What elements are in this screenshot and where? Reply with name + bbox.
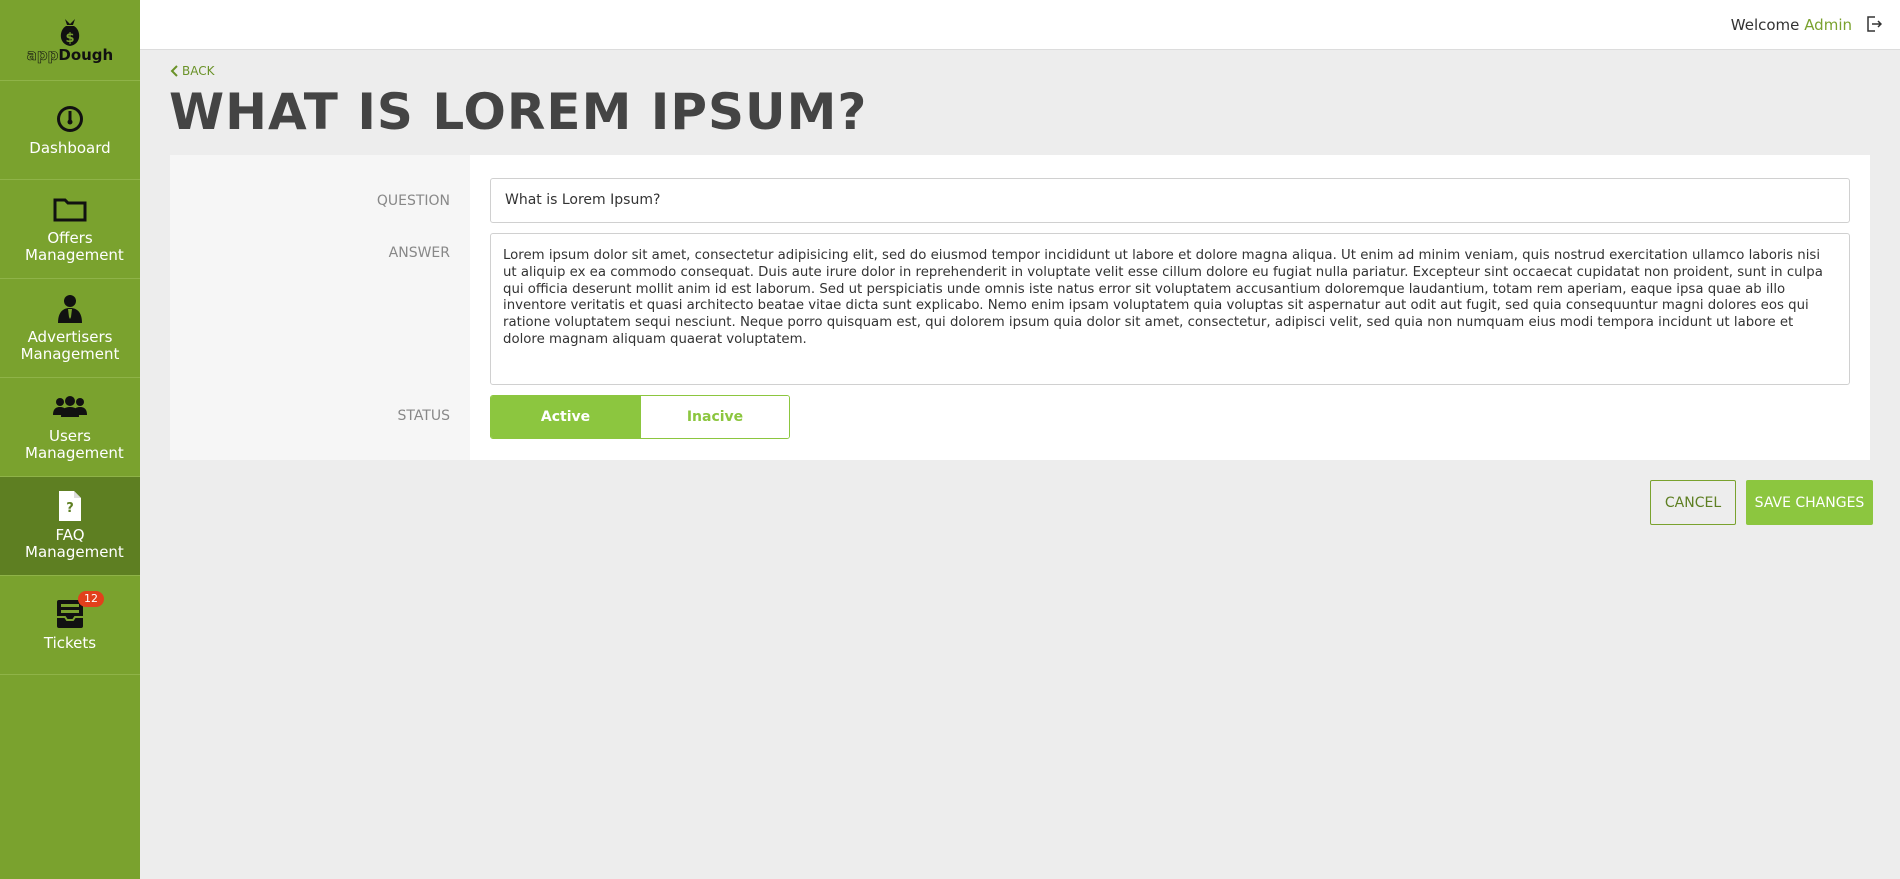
sidebar: $ appDough Dashboard Offers Management A… xyxy=(0,0,140,879)
svg-text:$: $ xyxy=(65,31,74,46)
sidebar-item-dashboard[interactable]: Dashboard xyxy=(0,81,140,180)
welcome-message: Welcome Admin xyxy=(1731,16,1852,34)
back-label: BACK xyxy=(182,64,215,78)
sidebar-item-label: Dashboard xyxy=(29,138,111,157)
sidebar-item-users[interactable]: Users Management xyxy=(0,378,140,477)
status-label: STATUS xyxy=(397,408,450,424)
users-group-icon xyxy=(53,396,87,417)
dashboard-gauge-icon xyxy=(57,105,83,132)
chevron-left-icon xyxy=(170,65,178,77)
money-bag-icon: $ xyxy=(60,19,80,46)
answer-textarea[interactable]: Lorem ipsum dolor sit amet, consectetur … xyxy=(490,233,1850,385)
sidebar-item-tickets[interactable]: 12 Tickets xyxy=(0,576,140,675)
username-link[interactable]: Admin xyxy=(1804,16,1852,34)
status-inactive-option[interactable]: Inacive xyxy=(640,396,789,438)
question-label: QUESTION xyxy=(376,193,450,209)
logout-icon xyxy=(1867,16,1883,32)
question-input[interactable]: What is Lorem Ipsum? xyxy=(490,178,1850,223)
folder-icon xyxy=(53,198,87,222)
sidebar-item-offers[interactable]: Offers Management xyxy=(0,180,140,279)
top-bar: Welcome Admin xyxy=(140,0,1900,50)
faq-form-card: QUESTION What is Lorem Ipsum? ANSWER Lor… xyxy=(170,155,1870,460)
sidebar-item-label: Advertisers Management xyxy=(20,328,120,363)
cancel-button[interactable]: CANCEL xyxy=(1650,480,1736,525)
sidebar-item-faq[interactable]: ? FAQ Management xyxy=(0,477,140,576)
status-toggle: Active Inacive xyxy=(490,395,790,439)
back-link[interactable]: BACK xyxy=(170,64,214,78)
sidebar-item-advertisers[interactable]: Advertisers Management xyxy=(0,279,140,378)
status-active-option[interactable]: Active xyxy=(491,396,640,438)
logo-text: appDough xyxy=(26,46,114,65)
sidebar-item-label: Users Management xyxy=(25,427,124,462)
save-changes-button[interactable]: SAVE CHANGES xyxy=(1746,480,1873,525)
page-title: WHAT IS LOREM IPSUM? xyxy=(169,83,868,141)
sidebar-item-label: Offers Management xyxy=(25,229,124,264)
svg-text:?: ? xyxy=(66,501,74,516)
sidebar-item-label: Tickets xyxy=(43,633,97,652)
brand-logo[interactable]: $ appDough xyxy=(0,0,140,81)
tickets-count-badge: 12 xyxy=(78,590,104,607)
welcome-text: Welcome xyxy=(1730,16,1800,34)
faq-document-icon: ? xyxy=(59,491,81,521)
logout-button[interactable] xyxy=(1866,16,1883,36)
answer-label: ANSWER xyxy=(388,245,450,261)
advertiser-person-icon xyxy=(58,295,82,323)
sidebar-item-label: FAQ Management xyxy=(25,526,124,561)
